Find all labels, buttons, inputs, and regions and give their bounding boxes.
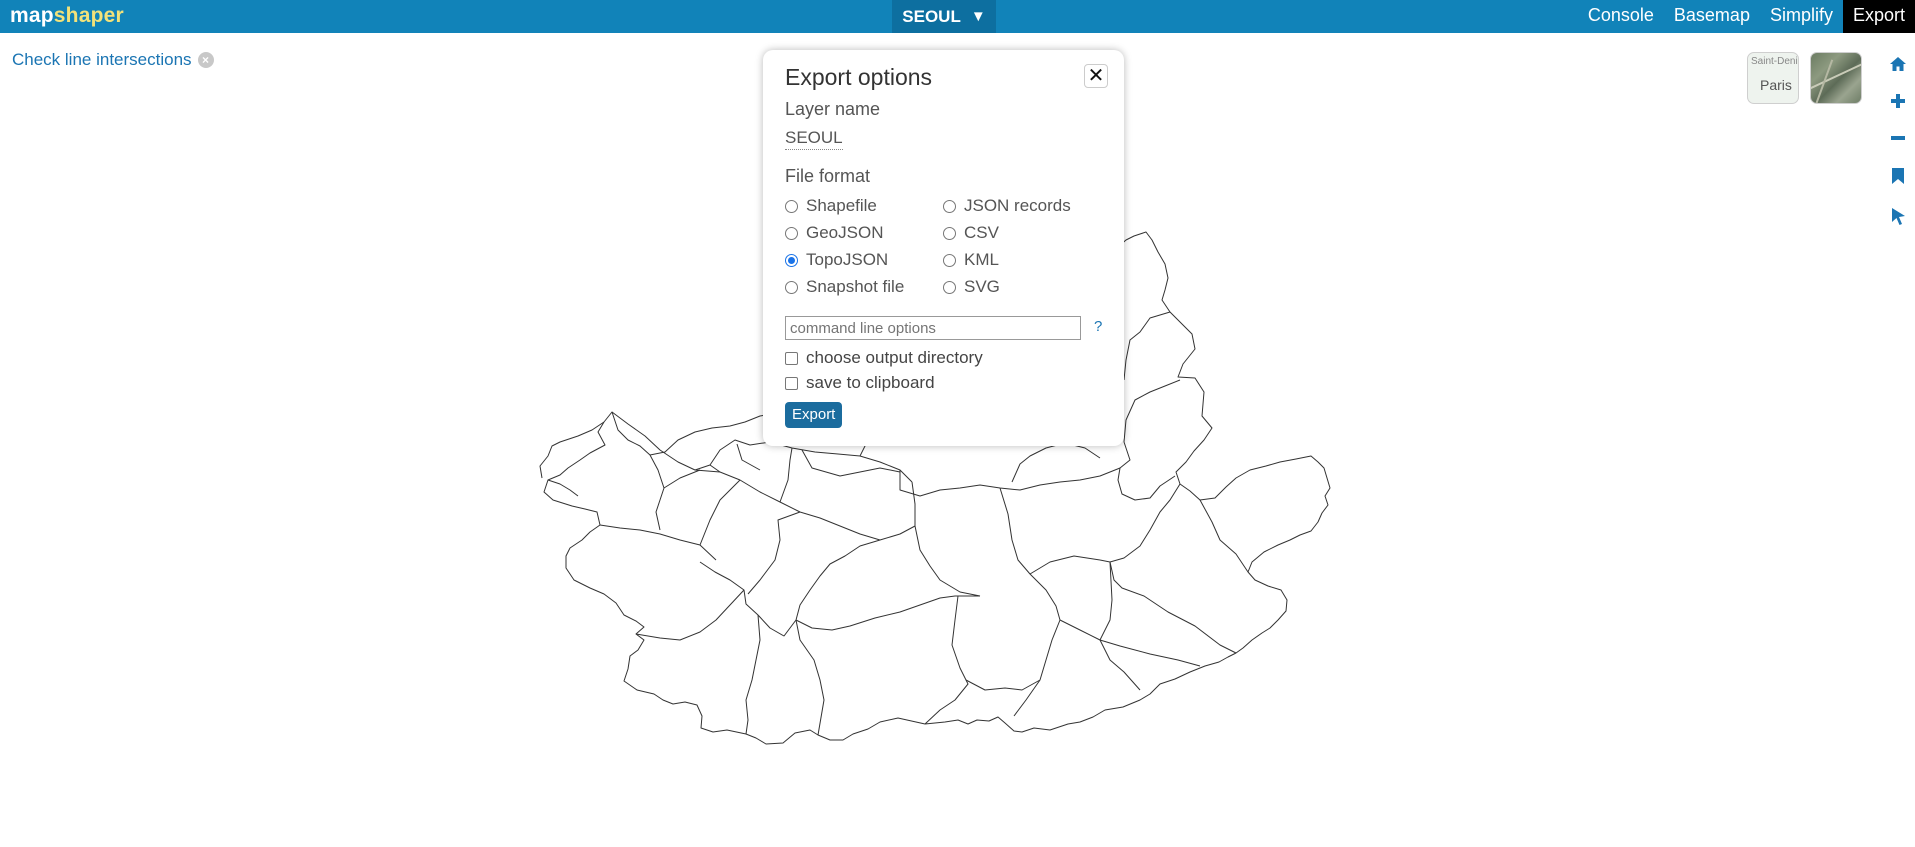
- format-option-shapefile[interactable]: Shapefile: [785, 196, 877, 216]
- close-icon[interactable]: ✕: [1084, 64, 1108, 88]
- basemap-satellite-thumb[interactable]: [1810, 52, 1862, 104]
- satellite-road-line: [1811, 59, 1834, 103]
- radio-topojson[interactable]: [785, 253, 798, 267]
- bookmark-icon[interactable]: [1886, 164, 1910, 188]
- radio-geojson[interactable]: [785, 226, 798, 240]
- checkbox-clipboard[interactable]: [785, 376, 798, 390]
- format-option-json-records[interactable]: JSON records: [943, 196, 1071, 216]
- logo-text-shaper: shaper: [53, 4, 124, 27]
- format-label-shapefile: Shapefile: [806, 196, 877, 215]
- command-line-options-input[interactable]: [785, 316, 1081, 340]
- pointer-icon[interactable]: [1886, 204, 1910, 228]
- format-label-kml: KML: [964, 250, 999, 269]
- layer-select-label: SEOUL: [902, 6, 961, 26]
- top-bar: mapshaper SEOUL ▼ Console Basemap Simpli…: [0, 0, 1915, 33]
- menu-basemap[interactable]: Basemap: [1664, 0, 1760, 33]
- dialog-title: Export options: [785, 64, 933, 90]
- basemap-thumb-label-top: Saint-Deni: [1751, 56, 1798, 67]
- format-label-snapshot: Snapshot file: [806, 277, 905, 296]
- save-to-clipboard-option[interactable]: save to clipboard: [785, 373, 935, 393]
- zoom-in-icon[interactable]: [1886, 89, 1910, 113]
- basemap-thumb-label-city: Paris: [1760, 77, 1792, 93]
- format-label-svg: SVG: [964, 277, 1000, 296]
- menu-simplify[interactable]: Simplify: [1760, 0, 1843, 33]
- format-label-geojson: GeoJSON: [806, 223, 884, 242]
- layer-name-field[interactable]: SEOUL: [785, 128, 843, 150]
- dismiss-icon[interactable]: ×: [197, 52, 214, 68]
- menu-export[interactable]: Export: [1842, 0, 1915, 33]
- checkbox-output-directory[interactable]: [785, 351, 798, 365]
- export-dialog: Export options ✕ Layer name SEOUL File f…: [763, 50, 1124, 446]
- menu-console[interactable]: Console: [1578, 0, 1664, 33]
- caret-down-icon: ▼: [970, 8, 986, 25]
- zoom-out-icon[interactable]: [1886, 126, 1910, 150]
- format-label-topojson: TopoJSON: [806, 250, 889, 269]
- radio-kml[interactable]: [943, 253, 956, 267]
- radio-csv[interactable]: [943, 226, 956, 240]
- home-icon[interactable]: [1886, 52, 1910, 76]
- radio-svg[interactable]: [943, 280, 956, 294]
- format-option-svg[interactable]: SVG: [943, 277, 1000, 297]
- radio-shapefile[interactable]: [785, 199, 798, 213]
- format-label-json-records: JSON records: [964, 196, 1071, 215]
- satellite-road-line: [1811, 58, 1861, 90]
- format-option-csv[interactable]: CSV: [943, 223, 999, 243]
- export-button[interactable]: Export: [785, 402, 843, 428]
- format-option-geojson[interactable]: GeoJSON: [785, 223, 883, 243]
- logo-text-map: map: [10, 4, 54, 27]
- choose-output-directory-option[interactable]: choose output directory: [785, 348, 983, 368]
- check-intersections-label[interactable]: Check line intersections: [12, 50, 192, 70]
- layer-select-button[interactable]: SEOUL ▼: [892, 0, 996, 33]
- format-label-csv: CSV: [964, 223, 999, 242]
- save-to-clipboard-label: save to clipboard: [806, 373, 935, 392]
- help-link[interactable]: ?: [1094, 318, 1102, 335]
- file-format-label: File format: [785, 166, 871, 186]
- format-option-kml[interactable]: KML: [943, 250, 999, 270]
- radio-json-records[interactable]: [943, 199, 956, 213]
- layer-name-label: Layer name: [785, 99, 881, 119]
- choose-output-directory-label: choose output directory: [806, 348, 983, 367]
- radio-snapshot[interactable]: [785, 280, 798, 294]
- check-intersections-link[interactable]: Check line intersections ×: [12, 50, 214, 70]
- main-menu: Console Basemap Simplify Export: [1578, 0, 1915, 33]
- format-option-topojson[interactable]: TopoJSON: [785, 250, 888, 270]
- format-option-snapshot[interactable]: Snapshot file: [785, 277, 904, 297]
- basemap-street-thumb[interactable]: Saint-Deni Paris: [1747, 52, 1799, 104]
- app-logo: mapshaper: [10, 4, 124, 28]
